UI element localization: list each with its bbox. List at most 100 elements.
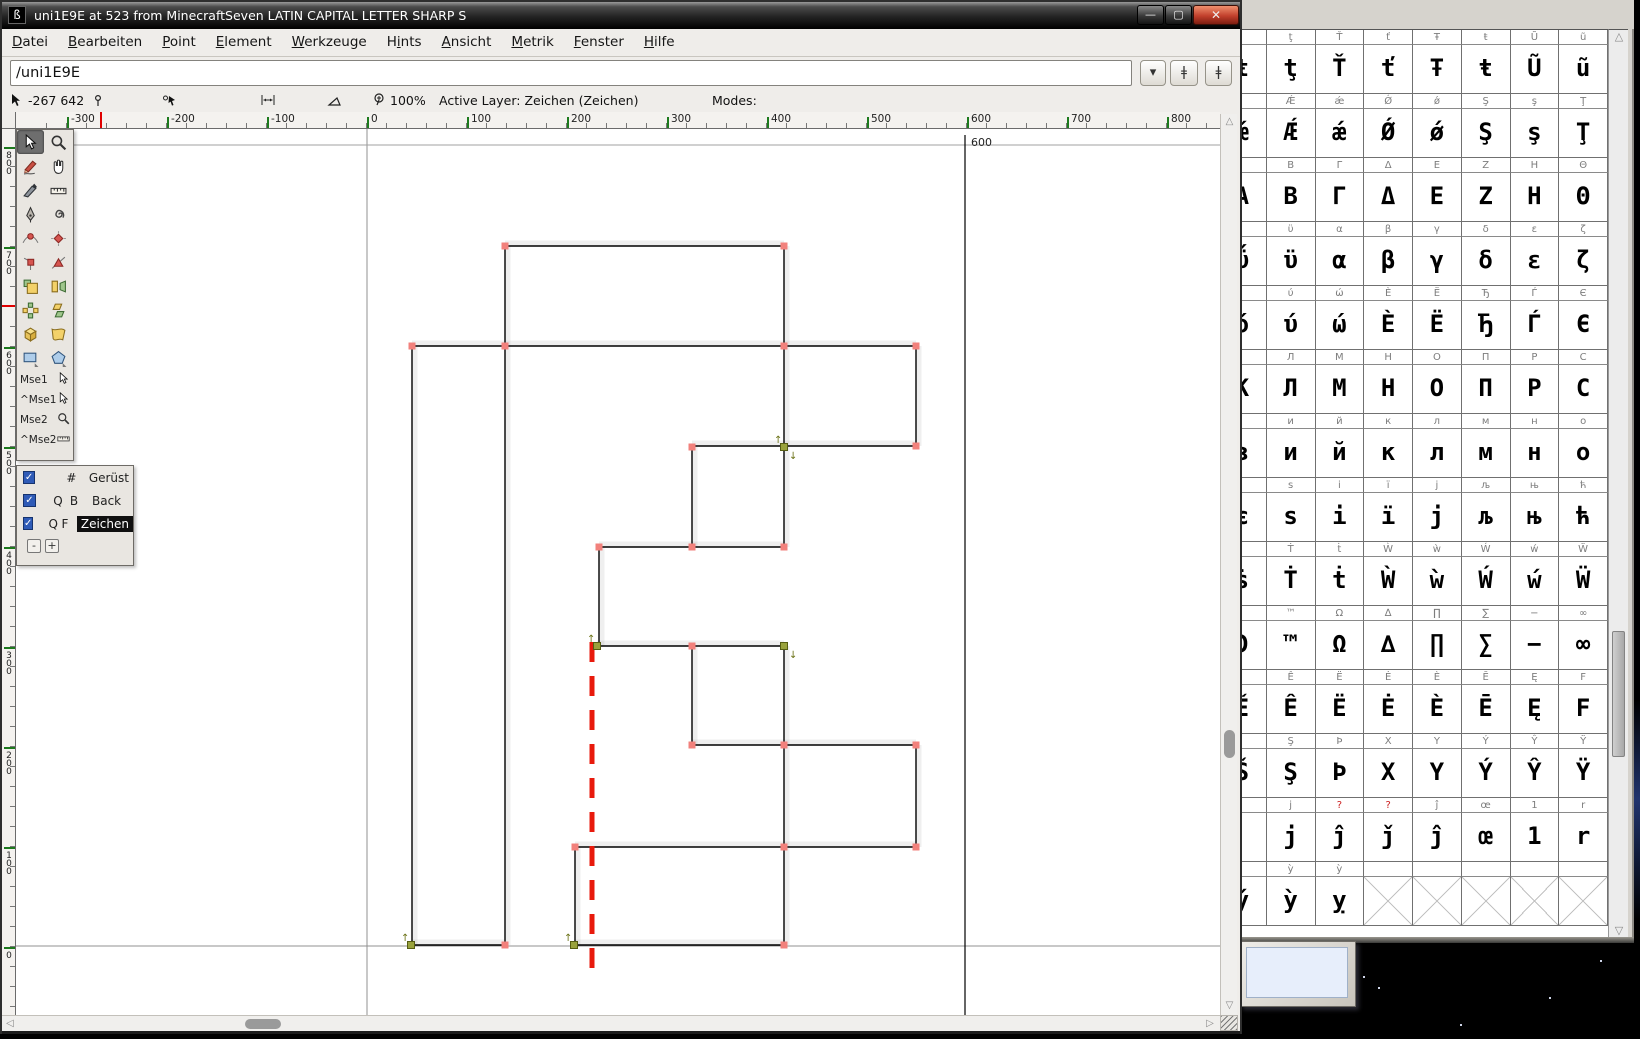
glyph-slot[interactable]: ї [1364, 493, 1413, 542]
vertical-scrollbar-thumb[interactable] [1224, 730, 1235, 758]
glyph-slot[interactable]: Ω [1315, 621, 1365, 670]
glyph-slot[interactable]: j [1266, 813, 1316, 862]
control-point[interactable] [780, 741, 788, 749]
glyph-slot[interactable]: α [1315, 237, 1365, 286]
tool-freehand-icon[interactable] [17, 154, 44, 178]
glyph-slot[interactable]: Ŷ [1510, 749, 1560, 798]
tool-flip-icon[interactable] [45, 274, 72, 298]
glyph-slot[interactable]: ύ [1266, 301, 1316, 350]
control-point[interactable] [595, 543, 603, 551]
glyph-slot[interactable]: ε [1510, 237, 1560, 286]
control-point[interactable] [501, 242, 509, 250]
glyph-outline-drawing[interactable]: 600 ↑ ↓ ↑ ↓ ↑ ↑ [16, 129, 1220, 1015]
glyph-slot[interactable]: о [1559, 429, 1608, 478]
glyph-slot[interactable]: њ [1510, 493, 1560, 542]
control-point[interactable] [501, 342, 509, 350]
control-point[interactable] [912, 741, 920, 749]
fontview-scrollbar[interactable]: △ ▽ [1608, 29, 1628, 938]
glyph-slot[interactable]: œ [1461, 813, 1511, 862]
menu-item-fenster[interactable]: Fenster [564, 29, 634, 57]
glyph-slot[interactable] [1413, 877, 1462, 926]
glyph-slot[interactable]: ũ [1559, 45, 1608, 94]
glyph-slot[interactable]: Γ [1315, 173, 1365, 222]
tool-rectangle-icon[interactable] [17, 346, 44, 370]
tool-curve-point-icon[interactable] [17, 226, 44, 250]
layer-visibility-checkbox[interactable]: ✓ [23, 494, 36, 507]
glyph-slot[interactable]: и [1266, 429, 1316, 478]
glyph-slot[interactable]: Л [1266, 365, 1316, 414]
layer-row-gerüst[interactable]: ✓ # Gerüst [17, 466, 133, 489]
glyph-slot[interactable]: Ë [1413, 301, 1462, 350]
glyph-slot[interactable]: ǿ [1413, 109, 1462, 158]
control-point[interactable] [688, 642, 696, 650]
tool-spiro-icon[interactable] [45, 202, 72, 226]
glyph-slot[interactable]: Ē [1461, 685, 1511, 734]
control-point[interactable] [571, 843, 579, 851]
glyph-slot[interactable]: Ê [1266, 685, 1316, 734]
glyph-slot[interactable]: к [1364, 429, 1413, 478]
glyph-slot[interactable]: Y [1413, 749, 1462, 798]
glyph-slot[interactable]: ŧ [1461, 45, 1511, 94]
control-point[interactable] [780, 843, 788, 851]
tool-warp-icon[interactable] [45, 322, 72, 346]
remove-layer-button[interactable]: - [27, 539, 41, 553]
control-point[interactable] [780, 342, 788, 350]
menu-item-metrik[interactable]: Metrik [501, 29, 563, 57]
vertical-scrollbar[interactable]: △ ▽ [1220, 114, 1237, 1015]
tool-skew-icon[interactable] [45, 298, 72, 322]
resize-grip[interactable] [1220, 1015, 1238, 1031]
glyph-slot[interactable]: Ẅ [1559, 557, 1608, 606]
layer-row-zeichen[interactable]: ✓ Q F Zeichen [17, 512, 133, 535]
menu-item-point[interactable]: Point [152, 29, 206, 57]
glyph-slot[interactable]: Ė [1364, 685, 1413, 734]
glyph-slot[interactable]: Ŧ [1413, 45, 1462, 94]
glyph-slot[interactable]: Ÿ [1559, 749, 1608, 798]
glyph-slot[interactable]: ∆ [1364, 621, 1413, 670]
glyph-slot[interactable]: β [1364, 237, 1413, 286]
glyph-slot[interactable]: ѕ [1266, 493, 1316, 542]
glyph-slot[interactable]: ş [1510, 109, 1560, 158]
tool-rotate-icon[interactable] [17, 298, 44, 322]
control-point[interactable] [688, 741, 696, 749]
scroll-down-icon[interactable]: ▽ [1221, 1000, 1238, 1011]
scroll-left-icon[interactable]: ◁ [4, 1018, 16, 1029]
glyph-slot[interactable]: Ş [1266, 749, 1316, 798]
glyph-slot[interactable]: Þ [1315, 749, 1365, 798]
add-layer-button[interactable]: + [45, 539, 59, 553]
menu-item-werkzeuge[interactable]: Werkzeuge [282, 29, 377, 57]
tool-scale-icon[interactable] [17, 274, 44, 298]
glyph-slot[interactable]: 1 [1510, 813, 1560, 862]
glyph-slot[interactable]: ™ [1266, 621, 1316, 670]
glyph-slot[interactable]: ǽ [1315, 109, 1365, 158]
control-point[interactable] [780, 242, 788, 250]
control-point[interactable] [408, 342, 416, 350]
glyph-slot[interactable]: ϋ [1266, 237, 1316, 286]
glyph-slot[interactable]: ζ [1559, 237, 1608, 286]
prev-glyph-button[interactable]: ǂ [1170, 60, 1198, 86]
close-button[interactable]: ✕ [1193, 5, 1239, 25]
glyph-slot[interactable]: Ε [1413, 173, 1462, 222]
glyph-slot[interactable]: Β [1266, 173, 1316, 222]
next-glyph-button[interactable]: ǂ [1205, 60, 1232, 86]
glyph-slot[interactable]: − [1510, 621, 1560, 670]
glyph-slot[interactable]: Р [1510, 365, 1560, 414]
glyph-slot[interactable]: Ţ [1559, 109, 1608, 158]
scroll-up-icon[interactable]: △ [1609, 30, 1629, 44]
titlebar[interactable]: ß uni1E9E at 523 from MinecraftSeven LAT… [2, 2, 1240, 29]
tool-hvcurve-point-icon[interactable] [45, 226, 72, 250]
glyph-slot[interactable] [1461, 877, 1511, 926]
tool-ruler-icon[interactable] [45, 178, 72, 202]
glyph-slot[interactable]: м [1461, 429, 1511, 478]
glyph-slot[interactable]: γ [1413, 237, 1462, 286]
menu-item-hilfe[interactable]: Hilfe [634, 29, 685, 57]
glyph-slot[interactable]: Є [1559, 301, 1608, 350]
glyph-slot[interactable]: Η [1510, 173, 1560, 222]
glyph-slot[interactable]: È [1364, 301, 1413, 350]
glyph-slot[interactable]: δ [1461, 237, 1511, 286]
tool-pointer-icon[interactable] [17, 130, 44, 154]
glyph-slot[interactable]: Ṫ [1266, 557, 1316, 606]
layer-name[interactable]: Back [88, 493, 125, 509]
glyph-slot[interactable]: Ũ [1510, 45, 1560, 94]
glyph-slot[interactable]: ћ [1559, 493, 1608, 542]
tool-tangent-point-icon[interactable] [45, 250, 72, 274]
